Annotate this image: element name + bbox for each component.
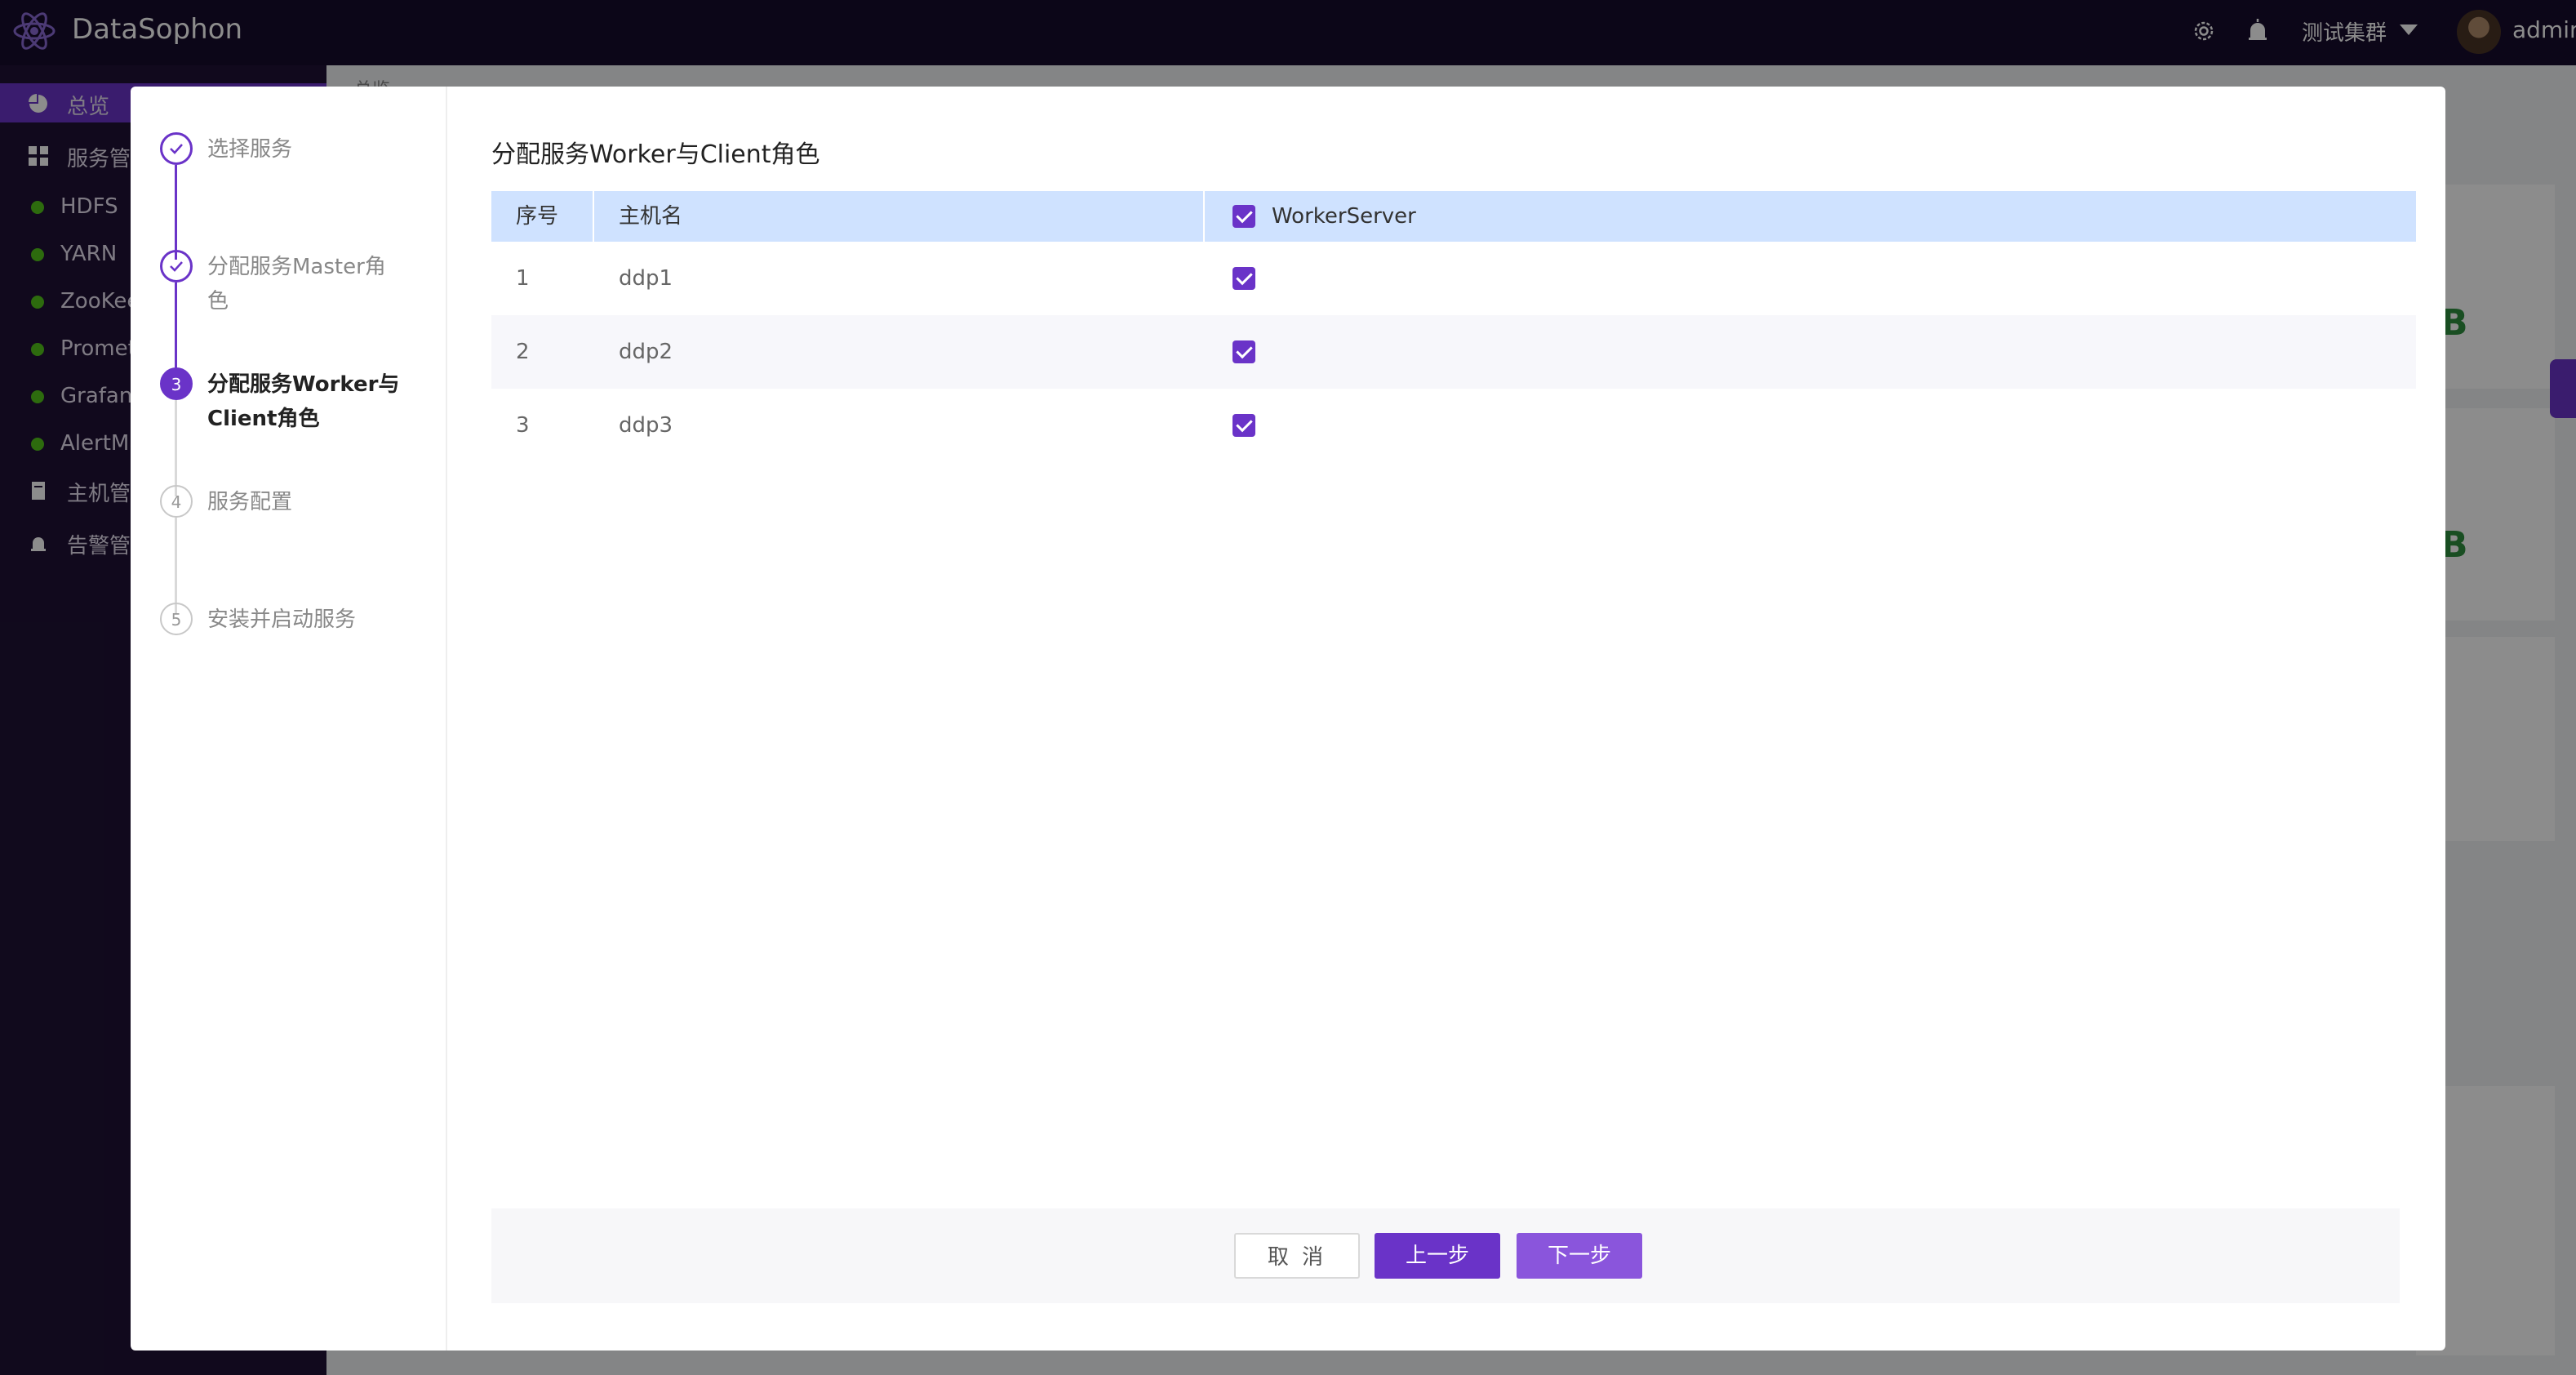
table-row: 2 ddp2 (491, 315, 2416, 389)
step-connector (175, 283, 177, 379)
modal-footer: 取 消 上一步 下一步 (491, 1208, 2400, 1303)
previous-step-button[interactable]: 上一步 (1375, 1233, 1500, 1279)
column-divider (593, 191, 594, 242)
cancel-button[interactable]: 取 消 (1234, 1233, 1360, 1279)
step-2-label: 分配服务Master角色 (207, 255, 386, 314)
table-row: 3 ddp3 (491, 389, 2416, 462)
step-1-label: 选择服务 (207, 137, 293, 162)
check-icon (160, 132, 193, 165)
step-3-number: 3 (160, 367, 193, 400)
column-divider (1203, 191, 1205, 242)
step-5-number: 5 (160, 603, 193, 635)
column-header-workerserver: WorkerServer (1272, 204, 1416, 229)
add-service-wizard-modal: 选择服务 分配服务Master角色 3 分配服务Worker与Client角色 … (131, 87, 2445, 1351)
workerserver-checkbox[interactable] (1232, 414, 1255, 437)
workerserver-checkbox[interactable] (1232, 340, 1255, 363)
workerserver-checkbox[interactable] (1232, 267, 1255, 290)
row-index: 2 (516, 340, 530, 364)
table-header: 序号 主机名 WorkerServer (491, 191, 2416, 242)
step-connector (175, 165, 177, 260)
wizard-steps: 选择服务 分配服务Master角色 3 分配服务Worker与Client角色 … (131, 87, 447, 1351)
step-5-label: 安装并启动服务 (207, 607, 357, 632)
row-hostname: ddp1 (619, 266, 673, 291)
next-step-button[interactable]: 下一步 (1517, 1233, 1642, 1279)
table-row: 1 ddp1 (491, 242, 2416, 315)
panel-title: 分配服务Worker与Client角色 (491, 140, 820, 169)
step-4-number: 4 (160, 485, 193, 518)
column-header-index: 序号 (516, 204, 559, 229)
column-header-hostname: 主机名 (619, 204, 683, 229)
step-connector (175, 400, 177, 496)
step-4-label: 服务配置 (207, 490, 293, 514)
step-3-label: 分配服务Worker与Client角色 (207, 372, 400, 431)
check-icon (160, 250, 193, 283)
row-index: 3 (516, 413, 530, 438)
row-index: 1 (516, 266, 530, 291)
row-hostname: ddp2 (619, 340, 673, 364)
step-connector (175, 518, 177, 614)
select-all-checkbox[interactable] (1232, 205, 1255, 228)
row-hostname: ddp3 (619, 413, 673, 438)
